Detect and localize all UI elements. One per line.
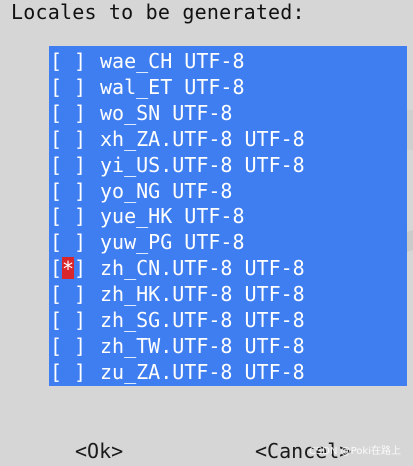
- locale-item[interactable]: [ ] zh_SG.UTF-8 UTF-8: [49, 307, 407, 333]
- checkbox-bracket-close: ]: [74, 308, 87, 332]
- checkbox-bracket-open: [: [50, 333, 63, 358]
- checkbox-bracket-close: ]: [74, 256, 87, 281]
- checkbox-mark: [62, 309, 74, 331]
- checkbox-bracket-open: [: [50, 204, 63, 229]
- locale-checkbox[interactable]: [ ]: [50, 203, 90, 229]
- locale-label: yuw_PG UTF-8: [100, 230, 245, 255]
- locale-checkbox[interactable]: [ ]: [50, 152, 90, 178]
- locale-item[interactable]: [*] zh_CN.UTF-8 UTF-8: [49, 255, 407, 281]
- locale-item[interactable]: [ ] zh_TW.UTF-8 UTF-8: [49, 333, 407, 359]
- checkbox-mark: [62, 283, 74, 305]
- checkbox-mark: [62, 335, 74, 357]
- locale-label: yue_HK UTF-8: [100, 204, 245, 229]
- locale-label: wo_SN UTF-8: [100, 100, 233, 125]
- checkbox-bracket-open: [: [50, 230, 63, 255]
- locale-label: zh_TW.UTF-8 UTF-8: [100, 333, 305, 358]
- locale-item[interactable]: [ ] wae_CH UTF-8: [49, 48, 407, 74]
- locale-checkbox[interactable]: [ ]: [50, 307, 90, 333]
- locale-label: zu_ZA.UTF-8 UTF-8: [100, 359, 305, 384]
- locale-item[interactable]: [ ] yi_US.UTF-8 UTF-8: [49, 152, 407, 178]
- checkbox-mark: [62, 231, 74, 253]
- checkbox-bracket-close: ]: [74, 204, 87, 229]
- locale-item[interactable]: [ ] zh_HK.UTF-8 UTF-8: [49, 281, 407, 307]
- checkbox-mark: [62, 76, 74, 98]
- locale-checkbox[interactable]: [ ]: [50, 178, 90, 204]
- checkbox-bracket-open: [: [50, 282, 63, 307]
- locale-item[interactable]: [ ] xh_ZA.UTF-8 UTF-8: [49, 126, 407, 152]
- locale-checkbox[interactable]: [ ]: [50, 48, 90, 74]
- locale-checkbox[interactable]: [ ]: [50, 100, 90, 126]
- checkbox-bracket-close: ]: [74, 49, 87, 73]
- locale-label: zh_HK.UTF-8 UTF-8: [100, 282, 305, 307]
- locale-label: yi_US.UTF-8 UTF-8: [100, 152, 305, 177]
- locale-checkbox[interactable]: [ ]: [50, 359, 90, 385]
- checkbox-bracket-open: [: [50, 359, 63, 384]
- checkbox-mark: [62, 102, 74, 124]
- checkbox-mark: [62, 128, 74, 150]
- locale-checkbox[interactable]: [ ]: [50, 74, 90, 100]
- locale-label: wae_CH UTF-8: [100, 49, 245, 73]
- checkbox-mark: [62, 205, 74, 227]
- locale-item[interactable]: [ ] wo_SN UTF-8: [49, 100, 407, 126]
- locale-label: xh_ZA.UTF-8 UTF-8: [100, 126, 305, 151]
- checkbox-mark: [62, 361, 74, 383]
- checkbox-bracket-open: [: [50, 178, 63, 203]
- locale-checkbox[interactable]: [ ]: [50, 333, 90, 359]
- locale-label: wal_ET UTF-8: [100, 74, 245, 99]
- locale-checkbox[interactable]: [ ]: [50, 281, 90, 307]
- ok-button[interactable]: <Ok>: [75, 438, 123, 464]
- checkbox-bracket-close: ]: [74, 359, 87, 384]
- checkbox-mark: [62, 180, 74, 202]
- checkbox-bracket-close: ]: [74, 126, 87, 151]
- locale-item[interactable]: [ ] wal_ET UTF-8: [49, 74, 407, 100]
- checkbox-bracket-close: ]: [74, 100, 87, 125]
- locale-item[interactable]: [ ] zu_ZA.UTF-8 UTF-8: [49, 359, 407, 385]
- checkbox-bracket-open: [: [50, 74, 63, 99]
- checkbox-mark: [62, 50, 74, 72]
- checkbox-bracket-close: ]: [74, 178, 87, 203]
- dialog-prompt: Locales to be generated:: [11, 0, 305, 24]
- checkbox-bracket-close: ]: [74, 152, 87, 177]
- locale-item[interactable]: [ ] yue_HK UTF-8: [49, 203, 407, 229]
- checkbox-mark: [62, 154, 74, 176]
- locale-item[interactable]: [ ] yo_NG UTF-8: [49, 178, 407, 204]
- checkbox-mark: *: [62, 257, 75, 282]
- locale-label: zh_SG.UTF-8 UTF-8: [100, 308, 305, 332]
- locale-list[interactable]: [ ] wae_CH UTF-8 [ ] wal_ET UTF-8 [ ] wo_SN U…: [49, 46, 407, 386]
- checkbox-bracket-close: ]: [74, 230, 87, 255]
- checkbox-bracket-open: [: [50, 256, 63, 281]
- locale-checkbox[interactable]: [ ]: [50, 126, 90, 152]
- locale-label: yo_NG UTF-8: [100, 178, 233, 203]
- watermark: CSDN @Poki在路上: [308, 446, 401, 457]
- checkbox-bracket-close: ]: [74, 282, 87, 307]
- checkbox-bracket-open: [: [50, 100, 63, 125]
- locale-item[interactable]: [ ] yuw_PG UTF-8: [49, 229, 407, 255]
- checkbox-bracket-close: ]: [74, 74, 87, 99]
- locale-checkbox[interactable]: [*]: [50, 255, 90, 281]
- checkbox-bracket-open: [: [50, 152, 63, 177]
- checkbox-bracket-open: [: [50, 49, 63, 73]
- checkbox-bracket-open: [: [50, 308, 63, 332]
- locale-checkbox[interactable]: [ ]: [50, 229, 90, 255]
- checkbox-bracket-open: [: [50, 126, 63, 151]
- locale-label: zh_CN.UTF-8 UTF-8: [100, 256, 305, 281]
- checkbox-bracket-close: ]: [74, 333, 87, 358]
